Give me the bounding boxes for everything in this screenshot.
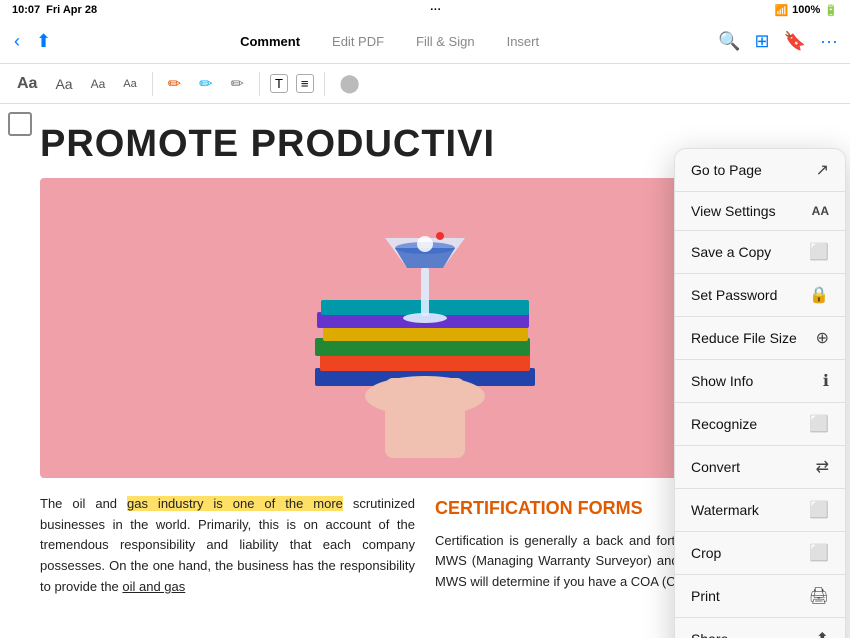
wifi-icon: 📶 — [774, 4, 788, 17]
menu-label-set-password: Set Password — [691, 287, 777, 303]
status-ellipsis: ··· — [430, 4, 441, 16]
divider1 — [152, 72, 153, 96]
top-toolbar: ‹ ⬆ Comment Edit PDF Fill & Sign Insert … — [0, 20, 850, 64]
pencil-button[interactable]: ✏ — [226, 71, 249, 97]
divider2 — [259, 72, 260, 96]
menu-item-watermark[interactable]: Watermark ⬜ — [675, 489, 845, 532]
more-button[interactable]: ··· — [816, 27, 842, 56]
info-icon: ℹ — [823, 371, 829, 391]
menu-item-save-copy[interactable]: Save a Copy ⬜ — [675, 231, 845, 274]
menu-label-view-settings: View Settings — [691, 203, 776, 219]
menu-label-recognize: Recognize — [691, 416, 757, 432]
menu-item-recognize[interactable]: Recognize ⬜ — [675, 403, 845, 446]
convert-icon: ⇄ — [816, 457, 829, 477]
status-left: 10:07 Fri Apr 28 — [12, 4, 97, 16]
grid-button[interactable]: ⊞ — [751, 27, 774, 56]
menu-label-share: Share — [691, 631, 728, 638]
list-button[interactable]: ≡ — [296, 74, 314, 93]
battery-percentage: 100% — [792, 4, 820, 16]
menu-item-print[interactable]: Print 🖨 — [675, 575, 845, 618]
tab-edit-pdf[interactable]: Edit PDF — [316, 30, 400, 53]
annotation-bar: Aa Aa Aa Aa ✏ ✏ ✏ T ≡ ⬤ — [0, 64, 850, 104]
goto-icon: ↗ — [816, 160, 829, 180]
divider3 — [324, 72, 325, 96]
share-nav-button[interactable]: ⬆ — [30, 27, 57, 56]
highlight-blue-button[interactable]: ✏ — [194, 71, 217, 97]
menu-item-goto[interactable]: Go to Page ↗ — [675, 149, 845, 192]
font-size-small-button[interactable]: Aa — [86, 74, 111, 94]
lock-icon: 🔒 — [809, 285, 829, 305]
tab-fill-sign[interactable]: Fill & Sign — [400, 30, 491, 53]
menu-item-share[interactable]: Share ⬆ — [675, 618, 845, 638]
menu-item-convert[interactable]: Convert ⇄ — [675, 446, 845, 489]
font-size-medium-button[interactable]: Aa — [50, 73, 77, 95]
battery-icon: 🔋 — [824, 4, 838, 17]
print-icon: 🖨 — [809, 586, 829, 606]
menu-item-crop[interactable]: Crop ⬜ — [675, 532, 845, 575]
font-size-xsmall-button[interactable]: Aa — [118, 75, 141, 93]
reduce-icon: ⊕ — [816, 328, 829, 348]
back-button[interactable]: ‹ — [8, 27, 26, 56]
share-icon: ⬆ — [816, 629, 829, 638]
menu-label-reduce-size: Reduce File Size — [691, 330, 797, 346]
bookmark-button[interactable]: 🔖 — [780, 27, 810, 56]
menu-label-show-info: Show Info — [691, 373, 753, 389]
menu-label-save-copy: Save a Copy — [691, 244, 771, 260]
toolbar-actions: 🔍 ⊞ 🔖 ··· — [714, 27, 842, 56]
crop-icon: ⬜ — [809, 543, 829, 563]
menu-label-convert: Convert — [691, 459, 740, 475]
search-button[interactable]: 🔍 — [714, 27, 744, 56]
menu-label-crop: Crop — [691, 545, 721, 561]
menu-item-reduce-size[interactable]: Reduce File Size ⊕ — [675, 317, 845, 360]
highlight-orange-button[interactable]: ✏ — [163, 71, 186, 97]
menu-label-watermark: Watermark — [691, 502, 759, 518]
toolbar-nav: ‹ ⬆ — [8, 27, 57, 56]
main-content: PROMOTE PRODUCTIVI — [0, 104, 850, 638]
menu-label-goto: Go to Page — [691, 162, 762, 178]
selection-indicator — [8, 112, 32, 136]
status-bar: 10:07 Fri Apr 28 ··· 📶 100% 🔋 — [0, 0, 850, 20]
watermark-icon: ⬜ — [809, 500, 829, 520]
status-right: 📶 100% 🔋 — [774, 4, 838, 17]
save-copy-icon: ⬜ — [809, 242, 829, 262]
recognize-icon: ⬜ — [809, 414, 829, 434]
tab-comment[interactable]: Comment — [224, 30, 316, 53]
text-box-button[interactable]: T — [270, 74, 288, 93]
menu-item-view-settings[interactable]: View Settings AA — [675, 192, 845, 231]
status-time: 10:07 — [12, 4, 40, 16]
menu-label-print: Print — [691, 588, 720, 604]
font-size-large-button[interactable]: Aa — [12, 72, 42, 96]
view-settings-icon: AA — [812, 204, 829, 218]
dropdown-menu: Go to Page ↗ View Settings AA Save a Cop… — [674, 148, 846, 638]
toolbar-tabs: Comment Edit PDF Fill & Sign Insert — [65, 30, 714, 53]
status-day: Fri Apr 28 — [46, 4, 97, 16]
highlight-text: gas industry is one of the more — [127, 496, 343, 511]
shape-button[interactable]: ⬤ — [335, 70, 365, 97]
tab-insert[interactable]: Insert — [491, 30, 556, 53]
menu-item-set-password[interactable]: Set Password 🔒 — [675, 274, 845, 317]
col-left: The oil and gas industry is one of the m… — [40, 494, 415, 598]
status-center: ··· — [430, 4, 441, 16]
menu-item-show-info[interactable]: Show Info ℹ — [675, 360, 845, 403]
